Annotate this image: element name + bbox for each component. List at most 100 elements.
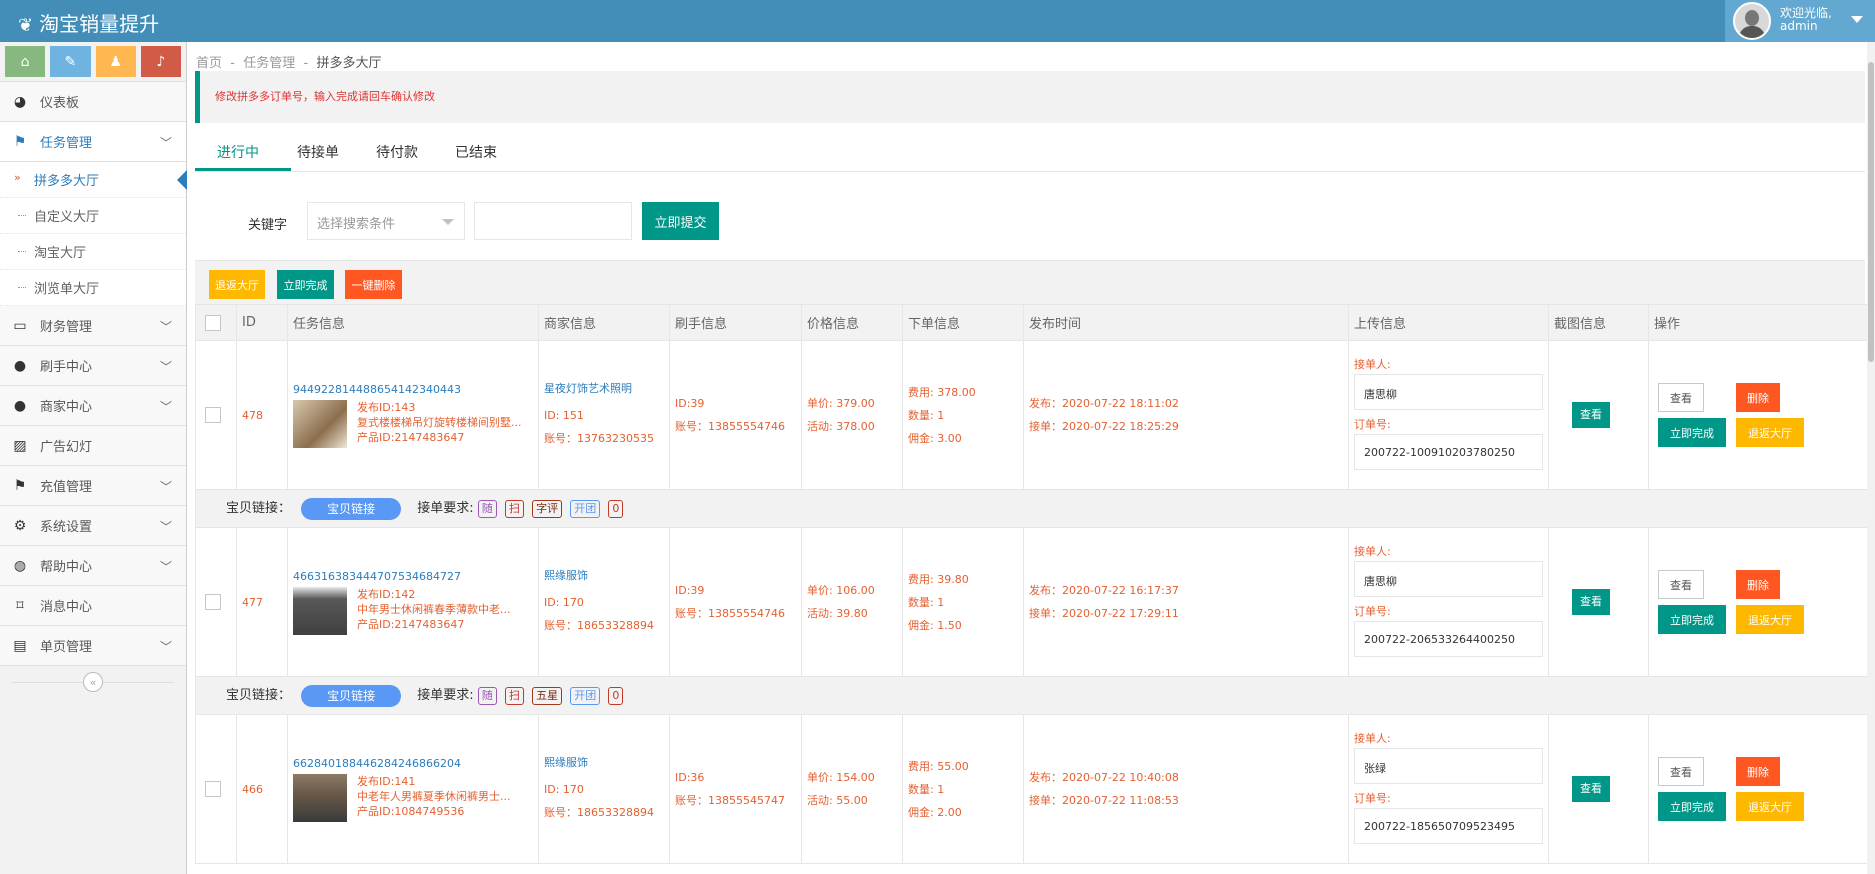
sidebar-item-dashboard[interactable]: ◕ 仪表板 — [0, 82, 186, 122]
merchant-name-link[interactable]: 熙缘服饰 — [544, 567, 664, 583]
scrollbar-thumb[interactable] — [1868, 62, 1874, 362]
app-logo[interactable]: ❦ 淘宝销量提升 — [18, 8, 159, 37]
tab-pending-payment[interactable]: 待付款 — [376, 142, 418, 162]
upload-info-cell: 接单人: 唐思柳 订单号: 200722-206533264400250 — [1348, 527, 1549, 677]
view-button[interactable]: 查看 — [1658, 383, 1704, 412]
back-to-hall-button[interactable]: 退返大厅 — [1736, 792, 1804, 821]
task-number-link[interactable]: 466316383444707534684727 — [293, 570, 533, 583]
sidebar-subitem-taobao-hall[interactable]: 淘宝大厅 — [0, 234, 186, 270]
task-number-link[interactable]: 944922814488654142340443 — [293, 383, 533, 396]
user-menu[interactable]: 欢迎光临, admin — [1725, 0, 1875, 42]
inbox-icon: ▭ — [13, 317, 27, 334]
search-condition-select[interactable]: 选择搜索条件 — [307, 202, 465, 240]
leaf-icon: ❦ — [18, 15, 34, 36]
quantity: 数量: 1 — [908, 595, 945, 609]
operation-cell: 查看 删除 立即完成 退返大厅 — [1648, 714, 1875, 864]
shortcut-alert-button[interactable]: ♪ — [140, 46, 181, 77]
delete-button[interactable]: 删除 — [1736, 383, 1780, 412]
chevron-down-icon: ﹀ — [159, 640, 172, 654]
sidebar-item-ads[interactable]: ▨ 广告幻灯 — [0, 426, 186, 466]
row-checkbox[interactable] — [205, 407, 221, 423]
receiver-field[interactable]: 唐思柳 — [1354, 374, 1543, 410]
view-screenshot-button[interactable]: 查看 — [1572, 402, 1610, 428]
sidebar-item-label: 系统设置 — [40, 520, 93, 535]
commission: 佣金: 2.00 — [908, 805, 962, 819]
sidebar-subitem-label: 自定义大厅 — [34, 210, 100, 225]
receiver-field[interactable]: 张绿 — [1354, 748, 1543, 784]
sidebar-item-pages[interactable]: ▤ 单页管理 ﹀ — [0, 626, 186, 666]
sidebar-item-messages[interactable]: ⌑ 消息中心 — [0, 586, 186, 626]
sidebar-subitem-custom-hall[interactable]: 自定义大厅 — [0, 198, 186, 234]
activity-price: 活动: 378.00 — [807, 420, 875, 433]
unit-price: 单价: 154.00 — [807, 771, 875, 784]
delete-button[interactable]: 删除 — [1736, 757, 1780, 786]
row-checkbox[interactable] — [205, 594, 221, 610]
complete-button[interactable]: 立即完成 — [1658, 418, 1726, 447]
sidebar-item-help[interactable]: ◍ 帮助中心 ﹀ — [0, 546, 186, 586]
shortcut-users-button[interactable]: ♟ — [95, 46, 136, 77]
product-link-button[interactable]: 宝贝链接 — [301, 684, 402, 707]
merchant-id: ID: 170 — [544, 596, 584, 609]
task-info-cell: 944922814488654142340443 发布ID:143 复式楼楼梯吊… — [287, 340, 539, 490]
shortcut-edit-button[interactable]: ✎ — [50, 46, 91, 77]
accepted-time: 接单：2020-07-22 11:08:53 — [1029, 794, 1179, 807]
receiver-label: 接单人: — [1354, 358, 1391, 371]
sidebar-item-label: 帮助中心 — [40, 560, 93, 575]
sidebar-subitem-pdd-hall[interactable]: » 拼多多大厅 — [0, 162, 187, 198]
search-input[interactable] — [474, 202, 632, 240]
book-icon: ▤ — [13, 637, 27, 654]
sidebar-item-task-management[interactable]: ⚑ 任务管理 ﹀ — [0, 122, 186, 162]
product-thumbnail — [293, 586, 347, 635]
link-row-cell: 宝贝链接： 宝贝链接 接单要求: 随 扫 五星 开团 0 — [195, 676, 1875, 715]
req-tag: 随 — [477, 686, 497, 705]
order-info-cell: 费用: 39.80 数量: 1 佣金: 1.50 — [902, 527, 1024, 677]
published-time: 发布：2020-07-22 16:17:37 — [1029, 584, 1179, 597]
product-link-button[interactable]: 宝贝链接 — [301, 497, 402, 520]
req-tag: 扫 — [504, 686, 524, 705]
merchant-name-link[interactable]: 熙缘服饰 — [544, 754, 664, 770]
col-header: 上传信息 — [1348, 304, 1549, 341]
back-to-hall-button[interactable]: 退返大厅 — [209, 270, 265, 299]
complete-button[interactable]: 立即完成 — [1658, 605, 1726, 634]
col-header: 刷手信息 — [669, 304, 802, 341]
sidebar-item-worker-center[interactable]: ● 刷手中心 ﹀ — [0, 346, 186, 386]
bulk-delete-button[interactable]: 一键删除 — [345, 270, 402, 299]
tab-finished[interactable]: 已结束 — [455, 142, 497, 162]
sidebar-item-recharge[interactable]: ⚑ 充值管理 ﹀ — [0, 466, 186, 506]
sidebar-item-settings[interactable]: ⚙ 系统设置 ﹀ — [0, 506, 186, 546]
receiver-field[interactable]: 唐思柳 — [1354, 561, 1543, 597]
view-screenshot-button[interactable]: 查看 — [1572, 776, 1610, 802]
user-icon: ● — [13, 357, 27, 374]
view-button[interactable]: 查看 — [1658, 570, 1704, 599]
breadcrumb-task[interactable]: 任务管理 — [243, 56, 295, 71]
merchant-info-cell: 熙缘服饰 ID: 170 账号：18653328894 — [538, 527, 670, 677]
submit-button[interactable]: 立即提交 — [642, 202, 719, 240]
task-number-link[interactable]: 662840188446284246866204 — [293, 757, 533, 770]
tab-pending-accept[interactable]: 待接单 — [297, 142, 339, 162]
tab-in-progress[interactable]: 进行中 — [217, 142, 259, 162]
order-number-field[interactable]: 200722-100910203780250 — [1354, 434, 1543, 470]
complete-now-button[interactable]: 立即完成 — [277, 270, 334, 299]
view-screenshot-button[interactable]: 查看 — [1572, 589, 1610, 615]
merchant-name-link[interactable]: 星夜灯饰艺术照明 — [544, 380, 664, 396]
select-all-checkbox[interactable] — [205, 314, 221, 331]
delete-button[interactable]: 删除 — [1736, 570, 1780, 599]
sidebar-subitem-label: 浏览单大厅 — [34, 282, 100, 297]
caret-down-icon — [1851, 16, 1863, 23]
breadcrumb-home[interactable]: 首页 — [196, 56, 222, 71]
dashboard-icon: ◕ — [13, 93, 27, 110]
back-to-hall-button[interactable]: 退返大厅 — [1736, 605, 1804, 634]
sidebar-item-merchant-center[interactable]: ● 商家中心 ﹀ — [0, 386, 186, 426]
shortcut-home-button[interactable]: ⌂ — [5, 46, 46, 77]
complete-button[interactable]: 立即完成 — [1658, 792, 1726, 821]
back-to-hall-button[interactable]: 退返大厅 — [1736, 418, 1804, 447]
page-scrollbar[interactable] — [1867, 42, 1875, 874]
order-number-field[interactable]: 200722-206533264400250 — [1354, 621, 1543, 657]
order-number-field[interactable]: 200722-185650709523495 — [1354, 808, 1543, 844]
sidebar-subitem-browse-hall[interactable]: 浏览单大厅 — [0, 270, 186, 306]
sidebar-item-finance[interactable]: ▭ 财务管理 ﹀ — [0, 306, 186, 346]
view-button[interactable]: 查看 — [1658, 757, 1704, 786]
collapse-left-icon[interactable]: « — [83, 672, 103, 692]
col-header: 下单信息 — [902, 304, 1024, 341]
row-checkbox[interactable] — [205, 781, 221, 797]
